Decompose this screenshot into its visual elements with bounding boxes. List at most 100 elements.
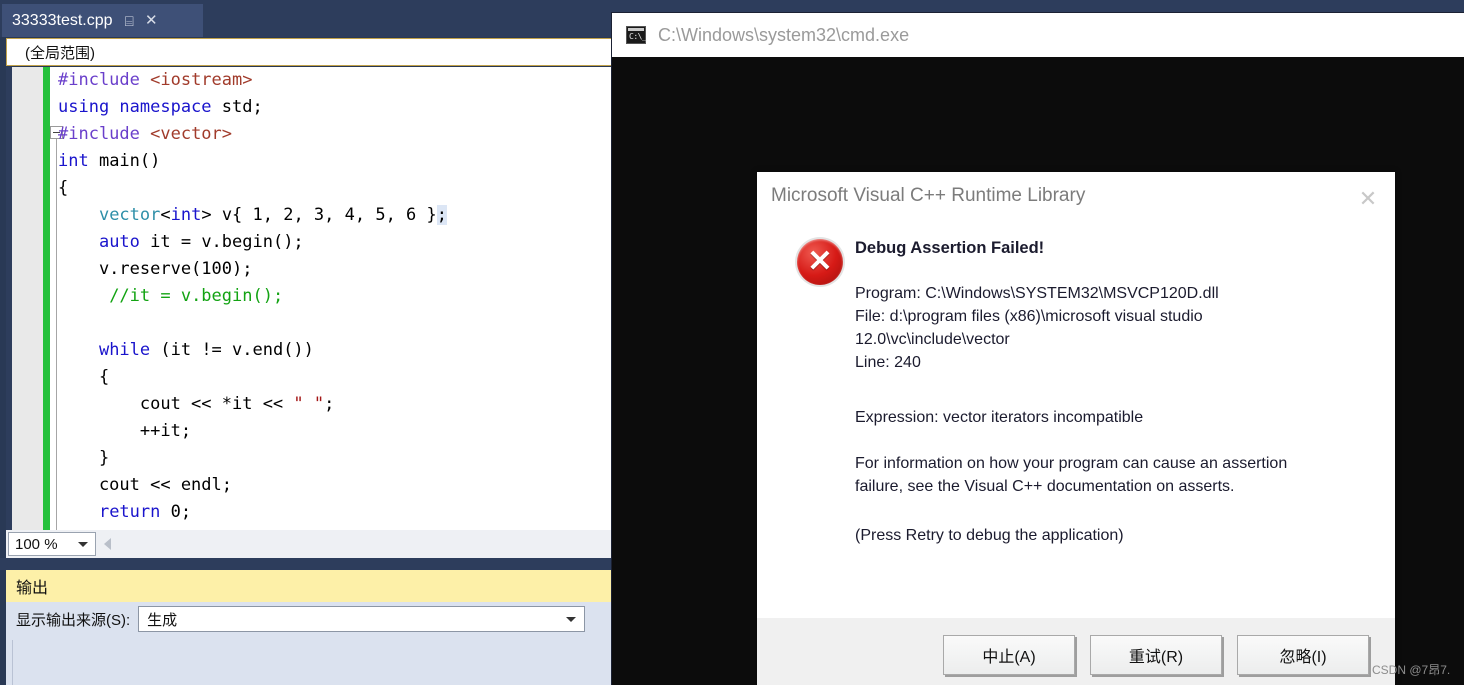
code-token: < <box>160 205 171 225</box>
output-panel-header: 输出 <box>6 570 613 602</box>
code-editor[interactable]: #include <iostream> using namespace std; #… <box>6 67 613 530</box>
code-token: " " <box>293 394 325 414</box>
code-token: while <box>98 340 151 360</box>
runtime-error-dialog: Microsoft Visual C++ Runtime Library ✕ ✕… <box>757 172 1395 685</box>
code-token: { <box>58 178 69 198</box>
code-token: ++it; <box>58 421 192 441</box>
zoom-level-combobox[interactable]: 100 % <box>8 532 96 556</box>
code-line: vector<int> v{ 1, 2, 3, 4, 5, 6 }; <box>58 202 613 229</box>
code-line: return 0; <box>58 499 613 526</box>
output-source-label: 显示输出来源(S): <box>16 611 131 629</box>
editor-indicator-margin[interactable] <box>12 67 43 530</box>
output-panel-title: 输出 <box>16 580 49 597</box>
code-token: { <box>58 367 110 387</box>
ignore-button[interactable]: 忽略(I) <box>1237 635 1369 675</box>
dialog-details: Program: C:\Windows\SYSTEM32\MSVCP120D.d… <box>855 285 1219 371</box>
close-icon[interactable]: ✕ <box>145 13 158 28</box>
screen: 33333test.cpp ⌸ ✕ (全局范围) #include <iostr… <box>0 0 1464 685</box>
chevron-down-icon[interactable] <box>78 542 88 547</box>
code-token: ; <box>324 394 335 414</box>
code-token: > v{ 1, 2, 3, 4, 5, 6 } <box>201 205 437 225</box>
code-token: auto <box>98 232 140 252</box>
code-line: v.reserve(100); <box>58 256 613 283</box>
code-token: <vector> <box>150 124 233 144</box>
code-token: cout << endl; <box>58 475 232 495</box>
code-token: int <box>58 151 89 171</box>
code-token: int <box>170 205 202 225</box>
dialog-heading: Debug Assertion Failed! <box>855 239 1045 257</box>
error-circle-icon: ✕ <box>797 239 843 285</box>
code-line: while (it != v.end()) <box>58 337 613 364</box>
document-tab-label: 33333test.cpp <box>12 11 113 29</box>
dialog-body: ✕ Debug Assertion Failed! Program: C:\Wi… <box>757 224 1395 618</box>
code-line: #include <vector> <box>58 121 613 148</box>
code-token: cout << *it << <box>58 394 294 414</box>
cmd-icon-glyph: C:\_ <box>629 32 647 41</box>
cmd-titlebar[interactable]: C:\_ C:\Windows\system32\cmd.exe <box>612 13 1464 57</box>
output-panel-text-area[interactable] <box>12 640 613 685</box>
scroll-left-icon[interactable] <box>104 538 111 550</box>
outline-guide-line <box>56 139 57 530</box>
dialog-titlebar[interactable]: Microsoft Visual C++ Runtime Library ✕ <box>757 172 1395 224</box>
scope-bar-value: (全局范围) <box>25 44 95 62</box>
code-token: it = v.begin(); <box>139 232 304 252</box>
dialog-expression: Expression: vector iterators incompatibl… <box>855 409 1144 426</box>
code-line: { <box>58 364 613 391</box>
chevron-down-icon[interactable] <box>566 617 577 622</box>
code-token: std; <box>211 97 263 117</box>
dialog-hint: (Press Retry to debug the application) <box>855 527 1124 544</box>
error-x-glyph: ✕ <box>807 245 833 278</box>
dialog-title: Microsoft Visual C++ Runtime Library <box>771 185 1086 206</box>
code-line: //it = v.begin(); <box>58 283 613 310</box>
document-tabstrip: 33333test.cpp ⌸ ✕ <box>0 0 613 37</box>
code-token: vector <box>98 205 161 225</box>
code-token: #include <box>58 124 151 144</box>
code-token: #include <box>58 70 151 90</box>
code-line: ++it; <box>58 418 613 445</box>
output-source-value: 生成 <box>147 611 178 629</box>
document-tab-33333test-cpp[interactable]: 33333test.cpp ⌸ ✕ <box>2 4 203 37</box>
code-line: using namespace std; <box>58 94 613 121</box>
code-token: ; <box>436 205 447 225</box>
dialog-info: For information on how your program can … <box>855 455 1288 495</box>
visual-studio-window: 33333test.cpp ⌸ ✕ (全局范围) #include <iostr… <box>0 0 613 685</box>
code-line: int main() <box>58 148 613 175</box>
output-panel: 输出 显示输出来源(S): 生成 <box>6 570 613 685</box>
code-text[interactable]: #include <iostream> using namespace std; #… <box>58 67 613 530</box>
code-token: //it = v.begin(); <box>109 286 284 306</box>
watermark: CSDN @7昂7. <box>1372 663 1451 677</box>
code-line: } <box>58 445 613 472</box>
editor-status-bar: 100 % <box>6 530 613 558</box>
code-token: (it != v.end()) <box>150 340 314 360</box>
close-icon[interactable]: ✕ <box>1355 186 1381 212</box>
code-line: { <box>58 175 613 202</box>
code-line: auto it = v.begin(); <box>58 229 613 256</box>
code-token: } <box>58 448 110 468</box>
cmd-icon: C:\_ <box>626 26 647 44</box>
code-line: cout << *it << " "; <box>58 391 613 418</box>
zoom-level-value: 100 % <box>15 535 58 553</box>
code-token: 0; <box>160 502 192 522</box>
code-token: <iostream> <box>150 70 253 90</box>
code-line: #include <iostream> <box>58 67 613 94</box>
output-source-combobox[interactable]: 生成 <box>138 606 586 632</box>
output-panel-body[interactable] <box>6 636 613 685</box>
code-token: using namespace <box>58 97 212 117</box>
code-token: main() <box>88 151 161 171</box>
dialog-button-bar: 中止(A) 重试(R) 忽略(I) <box>757 618 1395 685</box>
scope-bar[interactable]: (全局范围) <box>6 38 613 66</box>
abort-button[interactable]: 中止(A) <box>943 635 1075 675</box>
retry-button[interactable]: 重试(R) <box>1090 635 1222 675</box>
output-panel-toolbar: 显示输出来源(S): 生成 <box>6 602 613 636</box>
code-line: cout << endl; <box>58 472 613 499</box>
code-token: return <box>98 502 161 522</box>
code-token: v.reserve(100); <box>58 259 253 279</box>
cmd-title: C:\Windows\system32\cmd.exe <box>658 24 910 45</box>
pin-icon[interactable]: ⌸ <box>124 14 133 28</box>
panel-divider <box>0 558 613 570</box>
